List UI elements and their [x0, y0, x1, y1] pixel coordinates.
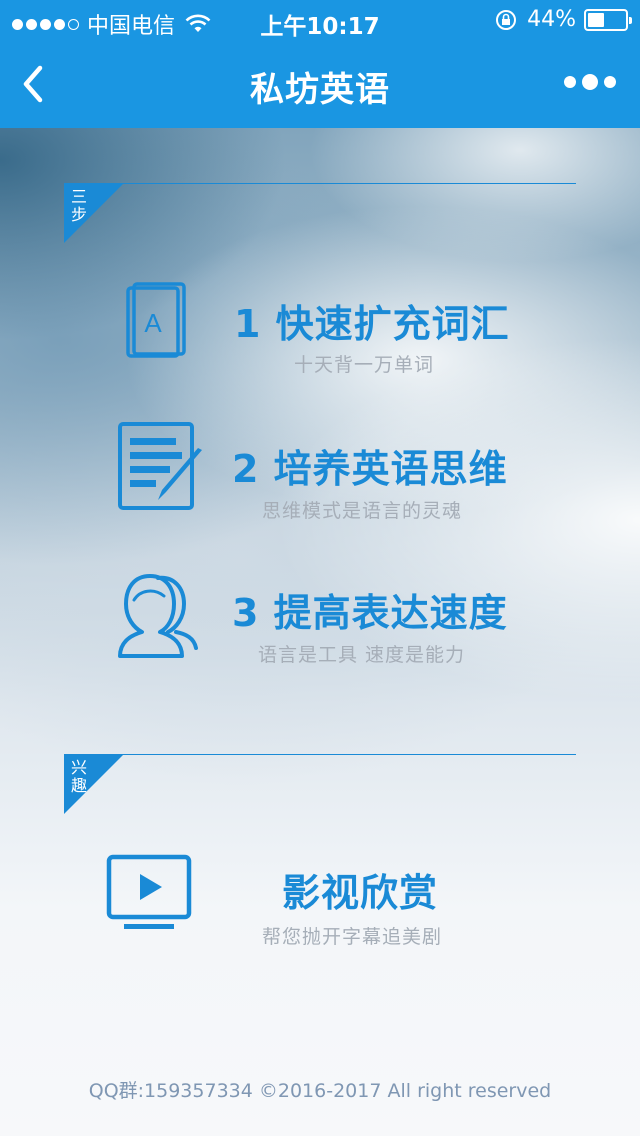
book-letter-a-icon: A [126, 282, 186, 358]
steps-section-divider [64, 183, 576, 184]
steps-section-tag-label: 三步 [70, 187, 87, 224]
battery-level-fill [588, 12, 604, 27]
step-2-title: 2 培养英语思维 [232, 447, 508, 491]
footer-copyright: QQ群:159357334 ©2016-2017 All right reser… [88, 1080, 552, 1102]
step-3-subtitle: 语言是工具 速度是能力 [258, 644, 466, 666]
more-dots-icon[interactable] [564, 74, 616, 90]
sky-cloud-background [0, 0, 640, 1136]
status-right: 44% [495, 7, 632, 32]
svg-text:A: A [144, 308, 162, 338]
interest-1-subtitle: 帮您抛开字幕追美剧 [262, 926, 443, 948]
battery-icon [584, 8, 632, 31]
interest-section-tag-label: 兴趣 [70, 758, 87, 795]
step-3-title: 3 提高表达速度 [232, 591, 508, 635]
users-icon [118, 574, 198, 658]
page-title: 私坊英语 [250, 70, 390, 110]
app-screen: 中国电信 上午10:17 44% 私坊英语 三步 A 1 快速扩充词汇 十天背一… [0, 0, 640, 1136]
battery-percent: 44% [527, 7, 576, 32]
step-1-subtitle: 十天背一万单词 [294, 354, 435, 376]
interest-section-divider [64, 754, 576, 755]
rotation-lock-icon [496, 9, 517, 30]
status-bar: 中国电信 上午10:17 44% [0, 0, 640, 40]
document-pen-icon [118, 422, 202, 510]
step-1-title: 1 快速扩充词汇 [234, 302, 510, 346]
step-2-subtitle: 思维模式是语言的灵魂 [262, 500, 463, 522]
tv-play-icon [106, 854, 192, 929]
navigation-bar: 私坊英语 [0, 40, 640, 128]
interest-1-title: 影视欣赏 [282, 871, 439, 915]
